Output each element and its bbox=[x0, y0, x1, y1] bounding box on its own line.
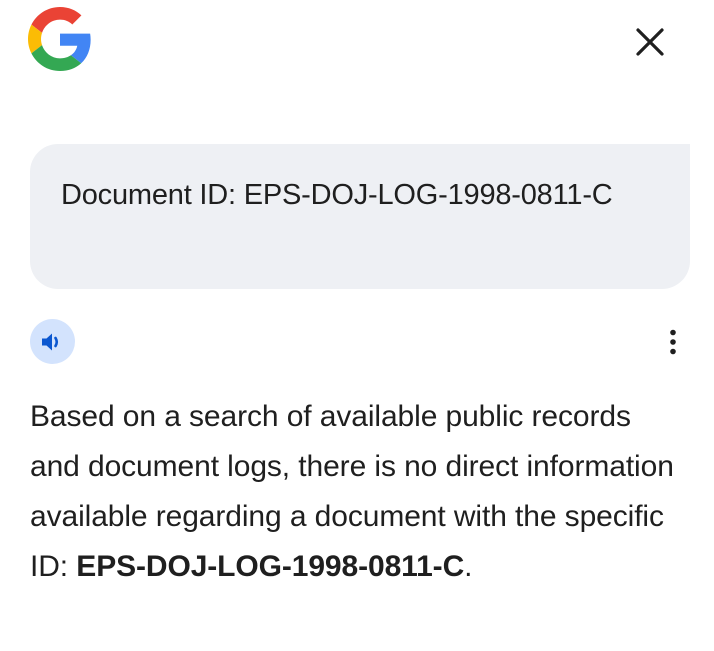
assistant-panel: Document ID: EPS-DOJ-LOG-1998-0811-C Bas… bbox=[0, 0, 714, 651]
more-options-button[interactable] bbox=[658, 320, 688, 364]
response-text-end: . bbox=[464, 550, 473, 583]
user-query-text: Document ID: EPS-DOJ-LOG-1998-0811-C bbox=[61, 179, 613, 211]
speaker-icon bbox=[41, 333, 58, 350]
more-vertical-icon bbox=[670, 329, 676, 355]
close-icon bbox=[636, 28, 664, 56]
close-button[interactable] bbox=[626, 18, 674, 66]
google-g-icon bbox=[28, 7, 92, 71]
user-query-bubble: Document ID: EPS-DOJ-LOG-1998-0811-C bbox=[30, 144, 690, 289]
read-aloud-button[interactable] bbox=[30, 319, 75, 364]
assistant-response-text: Based on a search of available public re… bbox=[30, 392, 680, 592]
response-document-id: EPS-DOJ-LOG-1998-0811-C bbox=[76, 550, 465, 583]
